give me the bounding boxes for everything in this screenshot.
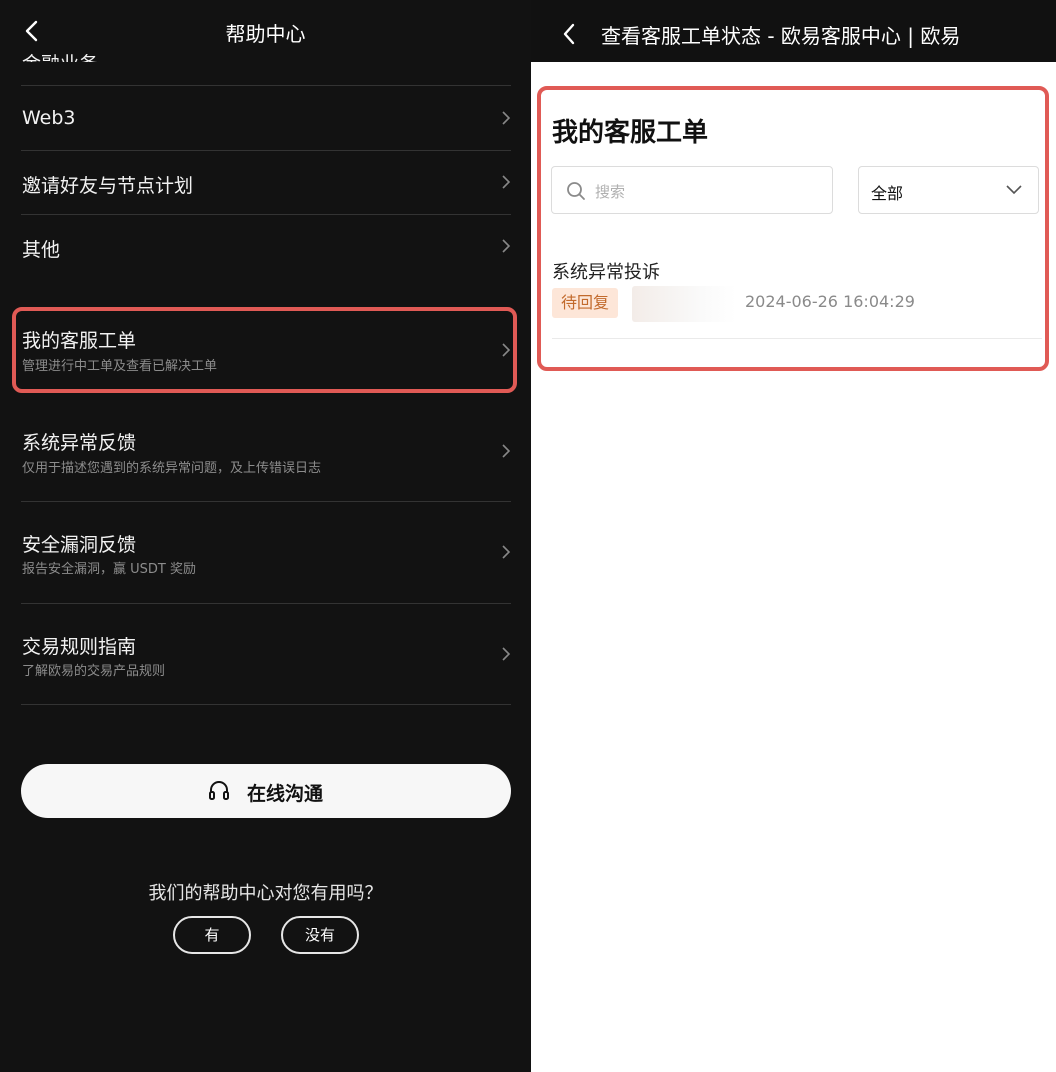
help-center-screen: 帮助中心 金融业务 Web3 邀请好友与节点计划 其他 我的客服工单 管理进行中… xyxy=(0,0,531,1072)
help-item-subtitle: 仅用于描述您遇到的系统异常问题，及上传错误日志 xyxy=(22,461,322,476)
feedback-no-button[interactable]: 没有 xyxy=(281,916,359,954)
help-item-trading-rules[interactable]: 交易规则指南 了解欧易的交易产品规则 xyxy=(21,604,511,705)
search-placeholder: 搜索 xyxy=(595,183,626,201)
help-item-title: 交易规则指南 xyxy=(22,636,137,658)
help-item-title: 系统异常反馈 xyxy=(22,432,137,454)
help-item-subtitle: 了解欧易的交易产品规则 xyxy=(22,664,166,679)
help-item-title: 其他 xyxy=(22,239,61,261)
header-title: 查看客服工单状态 - 欧易客服中心 | 欧易 xyxy=(601,24,961,48)
highlight-box xyxy=(12,307,517,393)
chevron-right-icon xyxy=(502,111,511,125)
feedback-yes-button[interactable]: 有 xyxy=(173,916,251,954)
back-arrow-icon[interactable] xyxy=(559,20,579,48)
ticket-title: 系统异常投诉 xyxy=(552,262,660,283)
chevron-right-icon xyxy=(502,545,511,559)
headset-icon xyxy=(209,781,229,800)
ticket-list-item[interactable]: 系统异常投诉 待回复 2024-06-26 16:04:29 xyxy=(552,258,1042,339)
partial-list-item-label[interactable]: 金融业务 xyxy=(22,44,98,62)
help-item-web3[interactable]: Web3 xyxy=(21,86,511,151)
help-item-other[interactable]: 其他 xyxy=(21,215,511,279)
online-chat-button[interactable]: 在线沟通 xyxy=(21,764,511,818)
ticket-timestamp: 2024-06-26 16:04:29 xyxy=(745,292,915,311)
help-item-subtitle: 报告安全漏洞，赢 USDT 奖励 xyxy=(22,562,196,577)
help-item-invite[interactable]: 邀请好友与节点计划 xyxy=(21,151,511,215)
ticket-search-input[interactable]: 搜索 xyxy=(551,166,833,214)
help-item-security-feedback[interactable]: 安全漏洞反馈 报告安全漏洞，赢 USDT 奖励 xyxy=(21,502,511,604)
chevron-right-icon xyxy=(502,239,511,253)
status-badge: 待回复 xyxy=(552,288,619,318)
page-title: 帮助中心 xyxy=(225,22,306,46)
redacted-ticket-id xyxy=(632,286,736,322)
search-icon xyxy=(567,182,585,200)
ticket-status-screen: 查看客服工单状态 - 欧易客服中心 | 欧易 我的客服工单 搜索 全部 系统异常… xyxy=(531,0,1056,1072)
chevron-down-icon xyxy=(1006,185,1022,195)
ticket-status-header: 查看客服工单状态 - 欧易客服中心 | 欧易 xyxy=(531,0,1056,62)
help-item-system-feedback[interactable]: 系统异常反馈 仅用于描述您遇到的系统异常问题，及上传错误日志 xyxy=(21,400,511,502)
filter-value: 全部 xyxy=(871,184,904,203)
help-item-title: Web3 xyxy=(22,107,76,129)
help-item-title: 安全漏洞反馈 xyxy=(22,534,137,556)
feedback-question: 我们的帮助中心对您有用吗？ xyxy=(148,883,383,904)
ticket-filter-select[interactable]: 全部 xyxy=(858,166,1039,214)
chevron-right-icon xyxy=(502,647,511,661)
chevron-right-icon xyxy=(502,444,511,458)
page-title: 我的客服工单 xyxy=(552,118,709,148)
online-chat-label: 在线沟通 xyxy=(247,783,324,805)
help-item-title: 邀请好友与节点计划 xyxy=(22,175,194,197)
chevron-right-icon xyxy=(502,175,511,189)
